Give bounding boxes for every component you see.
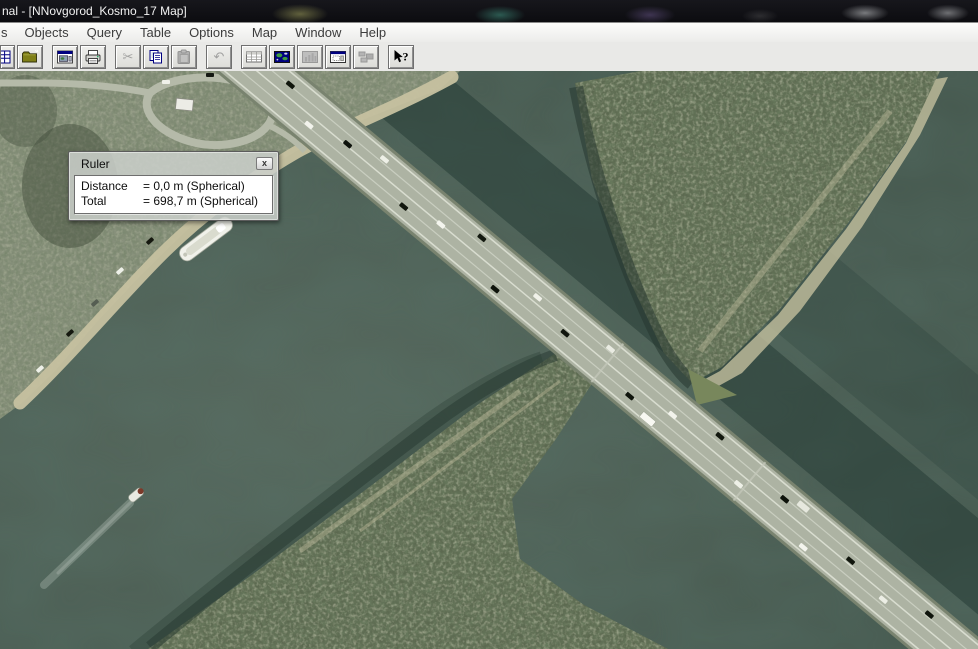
toolbar-button-new-table[interactable] bbox=[0, 45, 15, 69]
ruler-dialog-title: Ruler bbox=[81, 157, 110, 171]
toolbar-button-new-browser[interactable] bbox=[241, 45, 267, 69]
toolbar-button-undo: ↶ bbox=[206, 45, 232, 69]
toolbar-button-open-workspace[interactable] bbox=[52, 45, 78, 69]
menu-item-objects[interactable]: Objects bbox=[16, 23, 78, 42]
menu-item-help[interactable]: Help bbox=[350, 23, 395, 42]
svg-text:?: ? bbox=[403, 49, 409, 63]
menu-item-clipped[interactable]: s bbox=[0, 23, 16, 42]
toolbar-button-new-redistricter bbox=[353, 45, 379, 69]
world-map-icon bbox=[273, 49, 291, 65]
mapinfo-window: { "colors": { "titlebar_bg": "#17171c", … bbox=[0, 0, 978, 649]
printer-icon bbox=[84, 49, 102, 65]
workspace-window-icon bbox=[56, 49, 74, 65]
open-folder-icon bbox=[21, 49, 39, 65]
toolbar-button-new-layout[interactable] bbox=[325, 45, 351, 69]
clipboard-icon bbox=[175, 49, 193, 65]
ruler-dialog: Ruler x Distance = 0,0 m (Spherical) Tot… bbox=[68, 151, 279, 221]
toolbar-button-copy[interactable] bbox=[143, 45, 169, 69]
menu-item-window[interactable]: Window bbox=[286, 23, 350, 42]
toolbar-button-new-grapher bbox=[297, 45, 323, 69]
browser-table-icon bbox=[245, 49, 263, 65]
menu-item-query[interactable]: Query bbox=[78, 23, 131, 42]
distance-value: = 0,0 m (Spherical) bbox=[143, 179, 245, 194]
toolbar-button-print[interactable] bbox=[80, 45, 106, 69]
scissors-icon: ✂ bbox=[119, 49, 137, 65]
table-grid-icon bbox=[1, 49, 14, 65]
menu-item-table[interactable]: Table bbox=[131, 23, 180, 42]
standard-toolbar: ✂ ↶ bbox=[0, 42, 978, 72]
ruler-readout-panel: Distance = 0,0 m (Spherical) Total = 698… bbox=[74, 175, 273, 214]
total-value: = 698,7 m (Spherical) bbox=[143, 194, 258, 209]
redistrict-icon bbox=[357, 49, 375, 65]
toolbar-button-cut: ✂ bbox=[115, 45, 141, 69]
window-titlebar[interactable]: nal - [NNovgorod_Kosmo_17 Map] bbox=[0, 0, 978, 23]
layout-window-icon bbox=[329, 49, 347, 65]
menu-item-map[interactable]: Map bbox=[243, 23, 286, 42]
close-icon[interactable]: x bbox=[256, 157, 273, 170]
ruler-total-row: Total = 698,7 m (Spherical) bbox=[81, 194, 266, 209]
help-cursor-icon: ? bbox=[392, 49, 410, 65]
distance-label: Distance bbox=[81, 179, 143, 194]
ruler-dialog-titlebar[interactable]: Ruler x bbox=[69, 152, 278, 174]
toolbar-button-new-mapper[interactable] bbox=[269, 45, 295, 69]
total-label: Total bbox=[81, 194, 143, 209]
toolbar-button-open-table[interactable] bbox=[17, 45, 43, 69]
menu-item-options[interactable]: Options bbox=[180, 23, 243, 42]
toolbar-button-paste bbox=[171, 45, 197, 69]
menu-bar: s Objects Query Table Options Map Window… bbox=[0, 23, 978, 43]
window-title: nal - [NNovgorod_Kosmo_17 Map] bbox=[2, 0, 187, 22]
ruler-distance-row: Distance = 0,0 m (Spherical) bbox=[81, 179, 266, 194]
copy-pages-icon bbox=[147, 49, 165, 65]
toolbar-button-help[interactable]: ? bbox=[388, 45, 414, 69]
building bbox=[175, 98, 193, 111]
undo-arrow-icon: ↶ bbox=[210, 49, 228, 65]
chart-window-icon bbox=[301, 49, 319, 65]
